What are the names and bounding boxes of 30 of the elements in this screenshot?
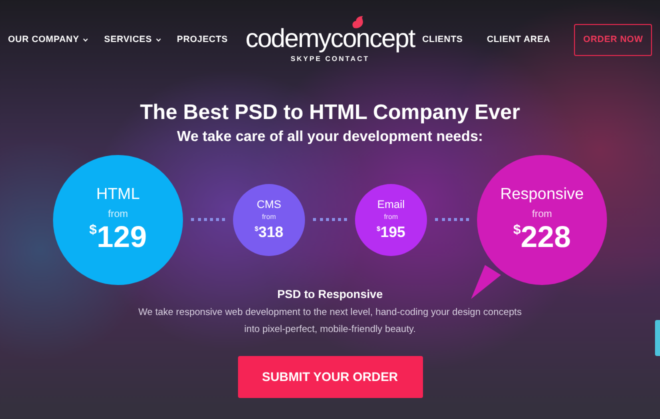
plan-name: HTML	[96, 186, 140, 204]
side-tab[interactable]	[655, 320, 660, 356]
price-amount: $^{$}$318	[254, 225, 284, 240]
flame-icon	[350, 14, 365, 29]
hero-heading: The Best PSD to HTML Company Ever	[140, 100, 520, 126]
bubble-tail	[471, 264, 501, 299]
caret-icon	[83, 38, 88, 42]
nav-link[interactable]: OUR COMPANY	[8, 33, 88, 47]
price-amount: $^{$}$228	[513, 223, 571, 254]
dotted-connector	[191, 218, 225, 222]
nav-link[interactable]: CLIENT AREA	[486, 33, 550, 47]
description-text: We take responsive web development to the next level, hand-coding your design concepts into pixel-perfect, mobile-friendly beauty.	[137, 306, 523, 338]
section-title: PSD to Responsive	[277, 288, 383, 303]
price-amount: $^{$}$195	[376, 225, 406, 240]
nav-link[interactable]: CLIENTS	[422, 33, 463, 47]
order-now-button[interactable]: ORDER NOW	[574, 24, 652, 56]
from-label: from	[108, 208, 128, 222]
dotted-connector	[313, 218, 347, 222]
plan-name: Responsive	[500, 186, 584, 204]
dotted-connector	[435, 218, 469, 222]
price-amount: $^{$}$129	[89, 223, 147, 254]
logo-wordmark[interactable]: codemyconcept	[245, 24, 415, 51]
hero-subheading: We take care of all your development needs:	[177, 129, 483, 147]
caret-icon	[156, 38, 161, 42]
plan-name: CMS	[256, 198, 282, 211]
nav-link[interactable]: PROJECTS	[176, 33, 228, 47]
from-label: from	[532, 208, 552, 222]
nav-link[interactable]: SERVICES	[104, 33, 161, 47]
submit-order-button[interactable]: SUBMIT YOUR ORDER	[238, 356, 422, 398]
plan-name: Email	[377, 198, 405, 211]
